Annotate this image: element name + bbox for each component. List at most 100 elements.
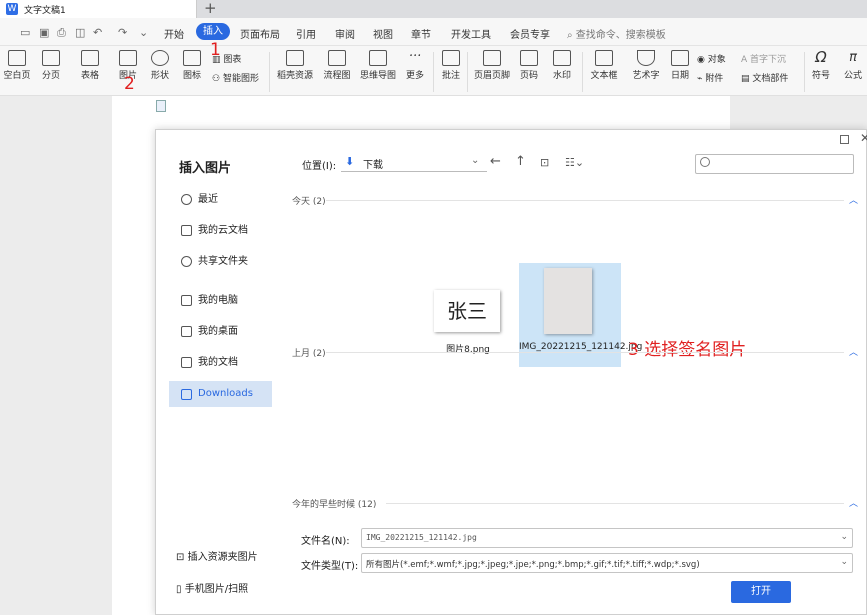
docer-resource-button[interactable]: 稻壳资源: [274, 50, 316, 81]
redo-icon[interactable]: ↷: [118, 26, 127, 39]
undo-icon[interactable]: ↶: [93, 26, 102, 39]
filetype-select[interactable]: 所有图片(*.emf;*.wmf;*.jpg;*.jpeg;*.jpe;*.pn…: [361, 553, 853, 573]
sidebar-item-cloud-docs[interactable]: 我的云文档: [176, 220, 286, 242]
back-button[interactable]: ←: [490, 154, 501, 169]
doc-parts-button[interactable]: ▤ 文档部件: [741, 71, 788, 84]
file-search-input[interactable]: [695, 154, 854, 174]
collapse-icon[interactable]: ︿: [849, 496, 858, 509]
sidebar-item-desktop[interactable]: 我的桌面: [176, 321, 286, 343]
print-icon[interactable]: ⎙: [57, 26, 66, 40]
phone-icon: ▯: [176, 584, 182, 595]
formula-button[interactable]: π 公式: [840, 50, 866, 81]
icon-lib-button[interactable]: 图标: [178, 50, 206, 81]
header-footer-icon: [483, 50, 501, 66]
page-handle-icon[interactable]: [156, 100, 166, 112]
mindmap-button[interactable]: 思维导图: [357, 50, 399, 81]
menu-references[interactable]: 引用: [296, 26, 316, 41]
collapse-icon[interactable]: ︿: [849, 193, 858, 206]
watermark-button[interactable]: 水印: [548, 50, 576, 81]
sidebar-item-shared-folder[interactable]: 共享文件夹: [176, 251, 286, 273]
sidebar-item-label: 我的桌面: [198, 326, 238, 337]
location-select[interactable]: ⬇ 下载 ⌄: [341, 152, 487, 172]
annotation-step1: 1: [210, 40, 221, 60]
menu-review[interactable]: 审阅: [335, 26, 355, 41]
mindmap-label: 思维导图: [359, 71, 396, 81]
document-tab[interactable]: W 文字文稿1: [0, 0, 197, 18]
new-tab-button[interactable]: +: [204, 0, 217, 17]
sidebar-item-my-computer[interactable]: 我的电脑: [176, 290, 286, 312]
blank-page-button[interactable]: 空白页: [0, 50, 34, 81]
menu-insert[interactable]: 插入: [196, 23, 230, 40]
filename-label: 文件名(N):: [301, 536, 350, 547]
page-break-button[interactable]: 分页: [36, 50, 66, 81]
flowchart-button[interactable]: 流程图: [322, 50, 352, 81]
comment-button[interactable]: 批注: [438, 50, 464, 81]
header-footer-button[interactable]: 页眉页脚: [471, 50, 513, 81]
blank-page-icon: [8, 50, 26, 66]
formula-icon: π: [849, 50, 857, 65]
group-header-today: 今天 (2): [292, 197, 326, 207]
chevron-down-icon: ⌄: [840, 557, 848, 567]
filename-input[interactable]: IMG_20221215_121142.jpg ⌄: [361, 528, 853, 548]
page-number-button[interactable]: 页码: [516, 50, 542, 81]
clock-icon: [181, 194, 192, 205]
menu-developer[interactable]: 开发工具: [451, 26, 491, 41]
shape-button[interactable]: 形状: [146, 50, 174, 81]
phone-picture-button[interactable]: ▯ 手机图片/扫照: [176, 580, 248, 595]
group-header-last-month: 上月 (2): [292, 349, 326, 359]
menu-sections[interactable]: 章节: [411, 26, 431, 41]
open-button[interactable]: 打开: [731, 581, 791, 603]
watermark-label: 水印: [552, 71, 571, 81]
sidebar-item-label: 我的云文档: [198, 225, 248, 236]
formula-label: 公式: [843, 71, 862, 81]
smart-art-button[interactable]: ⚇ 智能图形: [212, 71, 259, 84]
new-folder-icon[interactable]: ⊡: [540, 156, 549, 169]
table-button[interactable]: 表格: [76, 50, 104, 81]
ribbon-divider: [433, 52, 434, 92]
table-icon: [81, 50, 99, 66]
menu-layout[interactable]: 页面布局: [240, 26, 280, 41]
command-search[interactable]: ⌕ 查找命令、搜索模板: [567, 26, 666, 41]
save-icon[interactable]: ▭: [20, 26, 30, 39]
doc-parts-label: 文档部件: [752, 74, 789, 84]
export-icon[interactable]: ▣: [39, 26, 49, 39]
close-icon[interactable]: ✕: [860, 131, 867, 145]
sidebar-item-my-documents[interactable]: 我的文档: [176, 352, 286, 374]
date-icon: [671, 50, 689, 66]
up-button[interactable]: ↑: [515, 154, 526, 169]
symbol-label: 符号: [811, 71, 830, 81]
date-button[interactable]: 日期: [668, 50, 692, 81]
insert-resource-folder-label: 插入资源夹图片: [187, 552, 258, 563]
customize-icon[interactable]: ⌄: [139, 26, 148, 39]
menu-start[interactable]: 开始: [164, 26, 184, 41]
menu-bar: ▭ ▣ ⎙ ◫ ↶ ↷ ⌄ 开始 插入 页面布局 引用 审阅 视图 章节 开发工…: [0, 18, 867, 46]
menu-vip[interactable]: 会员专享: [510, 26, 550, 41]
flowchart-icon: [328, 50, 346, 66]
sidebar-item-label: 最近: [198, 194, 218, 205]
page-break-icon: [42, 50, 60, 66]
maximize-icon[interactable]: [840, 135, 849, 144]
folder-icon: [181, 357, 192, 368]
drop-cap-icon: A: [741, 55, 748, 65]
sidebar-item-label: 我的文档: [198, 357, 238, 368]
view-options-icon[interactable]: ☷⌄: [565, 156, 584, 169]
picture-icon: [119, 50, 137, 66]
object-button[interactable]: ◉ 对象: [697, 52, 726, 65]
drop-cap-button[interactable]: A 首字下沉: [741, 52, 786, 65]
insert-resource-folder-button[interactable]: ⊡ 插入资源夹图片: [176, 548, 258, 563]
attachment-button[interactable]: ⌁ 附件: [697, 71, 723, 84]
watermark-icon: [553, 50, 571, 66]
collapse-icon[interactable]: ︿: [849, 345, 858, 358]
symbol-button[interactable]: Ω 符号: [808, 50, 834, 82]
wordart-button[interactable]: 艺术字: [626, 50, 666, 81]
sidebar-item-downloads[interactable]: Downloads: [169, 381, 272, 407]
file-thumbnail-signature[interactable]: 张三: [434, 290, 500, 332]
smart-art-icon: ⚇: [212, 74, 221, 84]
preview-icon[interactable]: ◫: [75, 26, 85, 39]
file-name[interactable]: 图片8.png: [430, 342, 506, 355]
textbox-button[interactable]: 文本框: [586, 50, 622, 81]
menu-view[interactable]: 视图: [373, 26, 393, 41]
sidebar-item-recent[interactable]: 最近: [176, 189, 286, 211]
more-button[interactable]: ··· 更多: [401, 50, 429, 82]
file-thumbnail-photo[interactable]: [544, 268, 592, 334]
